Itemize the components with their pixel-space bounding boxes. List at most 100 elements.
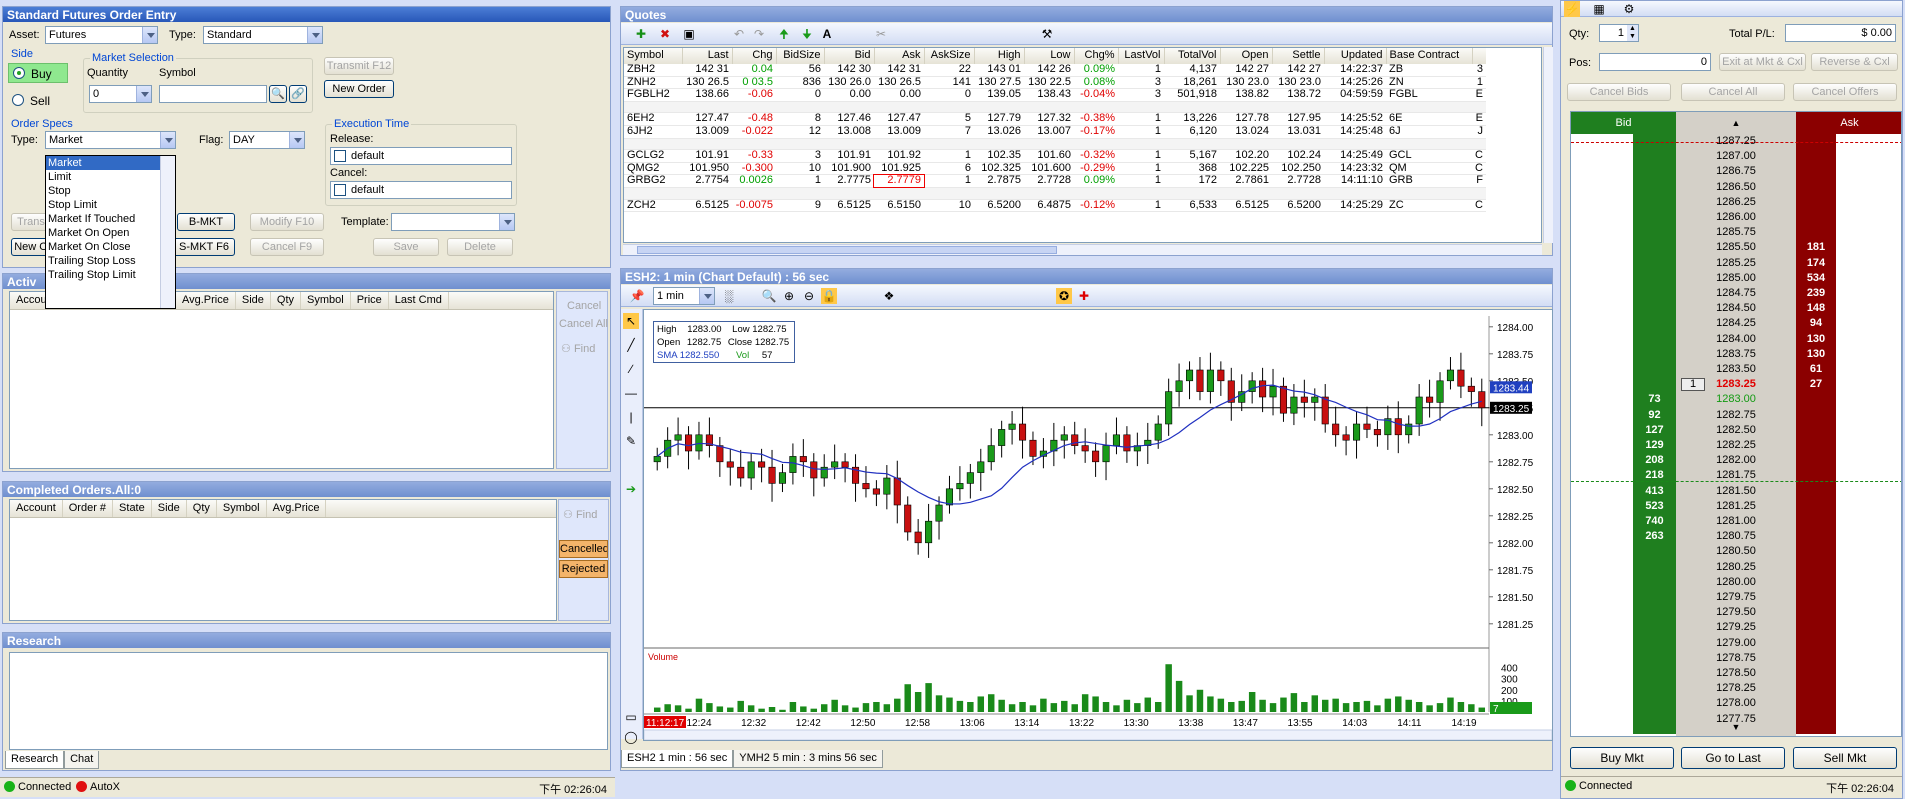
- ladder-row[interactable]: 1284.50 148: [1571, 301, 1901, 317]
- ladder-row[interactable]: 1286.50: [1571, 179, 1901, 195]
- option-stop[interactable]: Stop: [46, 184, 175, 198]
- bid-size[interactable]: 263: [1633, 529, 1676, 545]
- ask-size[interactable]: 239: [1796, 286, 1836, 302]
- rectangle-icon[interactable]: ▭: [623, 709, 639, 725]
- order-type-select[interactable]: Market: [45, 131, 176, 149]
- bid-size[interactable]: 129: [1633, 438, 1676, 454]
- dom-grid-icon[interactable]: ▦: [1591, 1, 1607, 17]
- ladder-row[interactable]: 1286.00: [1571, 210, 1901, 226]
- cancel-offers-button[interactable]: Cancel Offers: [1793, 83, 1897, 101]
- exit-at-mkt-button[interactable]: Exit at Mkt & Cxl: [1719, 53, 1806, 71]
- ladder-row[interactable]: 92 1282.75: [1571, 407, 1901, 423]
- bid-size[interactable]: 740: [1633, 514, 1676, 530]
- tab-chat[interactable]: Chat: [64, 751, 100, 769]
- add-icon[interactable]: ✚: [633, 26, 649, 42]
- tab-research[interactable]: Research: [5, 751, 65, 769]
- quote-row[interactable]: 6JH2 13.009 -0.022 12 13.008 13.009 7 13.026 13.…: [624, 125, 1486, 139]
- bid-size[interactable]: 523: [1633, 498, 1676, 514]
- quote-col-chg-[interactable]: Chg%: [1074, 48, 1119, 64]
- quotes-table[interactable]: Symbol Last Chg BidSize Bid Ask AskSize High Low…: [624, 48, 1486, 212]
- ladder-row[interactable]: 1285.75: [1571, 225, 1901, 241]
- arrow-up-icon[interactable]: 🠉: [776, 26, 792, 42]
- ladder-row[interactable]: 1279.50: [1571, 605, 1901, 621]
- delete-button[interactable]: Delete: [447, 238, 513, 256]
- quote-row[interactable]: QMG2 101.950 -0.300 10 101.900 101.925 6 102.32…: [624, 162, 1486, 175]
- ladder-row[interactable]: 208 1282.00: [1571, 453, 1901, 469]
- ask-size[interactable]: 534: [1796, 270, 1836, 286]
- ask-size[interactable]: 130: [1796, 331, 1836, 347]
- pointer-icon[interactable]: ↖: [623, 313, 639, 329]
- vertical-line-icon[interactable]: |: [623, 409, 639, 425]
- col-symbol[interactable]: Symbol: [301, 292, 351, 309]
- ladder-row[interactable]: 1279.25: [1571, 620, 1901, 636]
- ask-size[interactable]: 61: [1796, 362, 1836, 378]
- buy-market-button[interactable]: B-MKT: [177, 213, 235, 231]
- cancelled-filter-button[interactable]: Cancelled: [559, 540, 608, 558]
- zoom-in-icon[interactable]: ⊕: [781, 288, 797, 304]
- quote-col-open[interactable]: Open: [1220, 48, 1273, 64]
- quantity-select[interactable]: 0: [89, 85, 152, 103]
- dropdown-scrollbar[interactable]: [160, 156, 175, 308]
- option-limit[interactable]: Limit: [46, 170, 175, 184]
- scroll-down-icon[interactable]: ▼: [1676, 722, 1796, 736]
- price-ladder[interactable]: Bid ▲ Ask 1287.25 1287.00 1286.75 1286.50 12…: [1570, 111, 1902, 737]
- ask-size[interactable]: 130: [1796, 346, 1836, 362]
- cancel-time-field[interactable]: default: [330, 181, 512, 199]
- option-market-if-touched[interactable]: Market If Touched: [46, 212, 175, 226]
- ladder-row[interactable]: 129 1282.25: [1571, 438, 1901, 454]
- cancel-bids-button[interactable]: Cancel Bids: [1567, 83, 1671, 101]
- ask-size[interactable]: 94: [1796, 316, 1836, 332]
- dom-cancel-all-button[interactable]: Cancel All: [1681, 83, 1785, 101]
- ladder-row[interactable]: 740 1281.00: [1571, 514, 1901, 530]
- symbol-search-button[interactable]: 🔍: [269, 85, 287, 103]
- release-checkbox[interactable]: [334, 150, 346, 162]
- rejected-filter-button[interactable]: Rejected: [559, 560, 608, 578]
- quote-row[interactable]: [624, 138, 1486, 150]
- symbol-lookup-button[interactable]: 🔗: [289, 85, 307, 103]
- indicator-icon[interactable]: ❖: [881, 288, 897, 304]
- quote-col-totalvol[interactable]: TotalVol: [1164, 48, 1221, 64]
- dom-settings-icon[interactable]: ⚙: [1621, 1, 1637, 17]
- quote-row[interactable]: ZBH2 142 31 0.04 56 142 30 142 31 22 143 01 142 …: [624, 63, 1486, 77]
- scroll-up-icon[interactable]: ▲: [1676, 112, 1796, 134]
- sell-mkt-button[interactable]: Sell Mkt: [1793, 747, 1897, 769]
- cancel-all-orders-button[interactable]: Cancel All: [559, 318, 608, 330]
- ellipse-icon[interactable]: ◯: [623, 729, 639, 745]
- buy-mkt-button[interactable]: Buy Mkt: [1570, 747, 1674, 769]
- tab-esh2[interactable]: ESH2 1 min : 56 sec: [621, 750, 734, 768]
- completed-orders-grid[interactable]: Account Order # State Side Qty Symbol Avg.Pric…: [9, 499, 557, 621]
- interval-select[interactable]: 1 min: [653, 287, 715, 305]
- active-orders-grid[interactable]: Accoun Avg.Price Side Qty Symbol Price Last Cm…: [9, 291, 554, 469]
- ladder-row[interactable]: 523 1281.25: [1571, 498, 1901, 514]
- quote-col-asksize[interactable]: AskSize: [924, 48, 975, 64]
- col-side[interactable]: Side: [152, 500, 187, 517]
- crosshair-icon[interactable]: ✚: [1076, 288, 1092, 304]
- quote-row[interactable]: [624, 187, 1486, 200]
- quote-row[interactable]: GRBG2 2.7754 0.0026 1 2.7775 2.7779 1 2.7875 2.7…: [624, 173, 1486, 189]
- research-content[interactable]: [9, 652, 608, 750]
- scroll-thumb[interactable]: [637, 246, 1057, 254]
- go-to-last-button[interactable]: Go to Last: [1681, 747, 1785, 769]
- option-market[interactable]: Market: [46, 156, 175, 170]
- bid-size[interactable]: 208: [1633, 453, 1676, 469]
- quotes-grid[interactable]: Symbol Last Chg BidSize Bid Ask AskSize High Low…: [623, 47, 1542, 243]
- cancel-order-button[interactable]: Cancel: [567, 300, 601, 312]
- autox-status[interactable]: AutoX: [76, 781, 120, 793]
- ask-size[interactable]: 181: [1796, 240, 1836, 256]
- ladder-row[interactable]: 1285.50 181: [1571, 240, 1901, 256]
- col-order-number[interactable]: Order #: [63, 500, 114, 517]
- ladder-row[interactable]: 127 1282.50: [1571, 422, 1901, 438]
- channel-tool-icon[interactable]: ∕: [623, 361, 639, 377]
- save-button[interactable]: Save: [373, 238, 439, 256]
- zoom-out-icon[interactable]: ⊖: [801, 288, 817, 304]
- cancel-f9-button[interactable]: Cancel F9: [250, 238, 324, 256]
- ask-size[interactable]: 174: [1796, 255, 1836, 271]
- find-order-button[interactable]: ⚇ Find: [561, 342, 595, 355]
- find-completed-button[interactable]: ⚇ Find: [563, 508, 597, 521]
- zoom-icon[interactable]: 🔍: [761, 288, 777, 304]
- asset-select[interactable]: Futures: [45, 26, 158, 44]
- symbol-input[interactable]: [159, 85, 267, 103]
- horizontal-line-icon[interactable]: —: [623, 385, 639, 401]
- dom-qty-input[interactable]: 1 ▲ ▼: [1599, 24, 1639, 42]
- ladder-row[interactable]: 1287.00: [1571, 149, 1901, 165]
